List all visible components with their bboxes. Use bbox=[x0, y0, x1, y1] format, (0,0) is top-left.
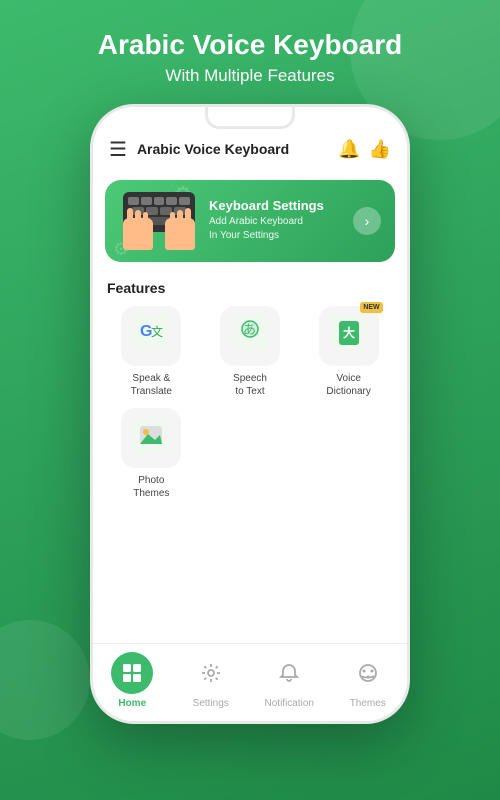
photo-themes-icon bbox=[133, 417, 169, 458]
notification-label: Notification bbox=[265, 698, 314, 709]
thumb-icon[interactable]: 👍 bbox=[369, 139, 391, 160]
speak-translate-icon-box: G 文 bbox=[121, 306, 181, 366]
bg-decoration-2 bbox=[0, 620, 90, 740]
features-grid: G 文 Speak &Translate あ bbox=[107, 306, 393, 398]
svg-text:大: 大 bbox=[343, 325, 355, 340]
hand-right bbox=[165, 218, 195, 250]
voice-dictionary-label: VoiceDictionary bbox=[326, 372, 370, 398]
new-badge: NEW bbox=[360, 302, 382, 313]
keyboard-settings-banner[interactable]: ⚙ ⚙ bbox=[105, 180, 395, 262]
feature-photo-themes[interactable]: PhotoThemes bbox=[107, 408, 196, 500]
nav-item-settings[interactable]: Settings bbox=[172, 652, 251, 709]
banner-arrow[interactable]: › bbox=[353, 207, 381, 235]
themes-label: Themes bbox=[350, 698, 386, 709]
main-subtitle: With Multiple Features bbox=[98, 66, 402, 86]
nav-item-notification[interactable]: Notification bbox=[250, 652, 329, 709]
photo-themes-icon-box bbox=[121, 408, 181, 468]
svg-text:文: 文 bbox=[151, 324, 163, 339]
voice-dictionary-icon-box: NEW 大 bbox=[319, 306, 379, 366]
app-name: Arabic Voice Keyboard bbox=[137, 141, 338, 157]
banner-title: Keyboard Settings bbox=[209, 198, 343, 213]
bottom-nav: Home Settings Notification bbox=[93, 643, 407, 721]
home-icon bbox=[111, 652, 153, 694]
header: Arabic Voice Keyboard With Multiple Feat… bbox=[98, 28, 402, 86]
feature-voice-dictionary[interactable]: NEW 大 VoiceDictionary bbox=[304, 306, 393, 398]
notification-icon bbox=[268, 652, 310, 694]
nav-item-themes[interactable]: Themes bbox=[329, 652, 408, 709]
home-label: Home bbox=[118, 698, 146, 709]
speak-translate-icon: G 文 bbox=[133, 314, 169, 357]
main-title: Arabic Voice Keyboard bbox=[98, 28, 402, 62]
phone-mockup: ☰ Arabic Voice Keyboard 🔔 👍 ⚙ ⚙ bbox=[90, 104, 410, 724]
feature-speak-translate[interactable]: G 文 Speak &Translate bbox=[107, 306, 196, 398]
banner-subtitle: Add Arabic KeyboardIn Your Settings bbox=[209, 215, 343, 243]
features-label: Features bbox=[107, 280, 393, 296]
phone-notch bbox=[205, 107, 295, 129]
photo-themes-label: PhotoThemes bbox=[133, 474, 169, 500]
settings-label: Settings bbox=[193, 698, 229, 709]
menu-icon[interactable]: ☰ bbox=[109, 137, 127, 162]
speech-to-text-icon: あ bbox=[232, 315, 268, 356]
bell-icon[interactable]: 🔔 bbox=[338, 139, 360, 160]
settings-icon bbox=[190, 652, 232, 694]
nav-item-home[interactable]: Home bbox=[93, 652, 172, 709]
voice-dictionary-icon: 大 bbox=[331, 315, 367, 356]
hand-left bbox=[123, 218, 153, 250]
features-section: Features G 文 Speak &Translate bbox=[93, 270, 407, 643]
svg-text:あ: あ bbox=[243, 322, 256, 337]
app-bar-icons: 🔔 👍 bbox=[338, 139, 391, 160]
feature-speech-to-text[interactable]: あ Speechto Text bbox=[206, 306, 295, 398]
banner-text: Keyboard Settings Add Arabic KeyboardIn … bbox=[209, 198, 343, 243]
themes-icon bbox=[347, 652, 389, 694]
features-grid-row2: PhotoThemes bbox=[107, 408, 393, 500]
speech-to-text-label: Speechto Text bbox=[233, 372, 267, 398]
speech-to-text-icon-box: あ bbox=[220, 306, 280, 366]
keyboard-illustration bbox=[119, 192, 199, 250]
speak-translate-label: Speak &Translate bbox=[131, 372, 172, 398]
